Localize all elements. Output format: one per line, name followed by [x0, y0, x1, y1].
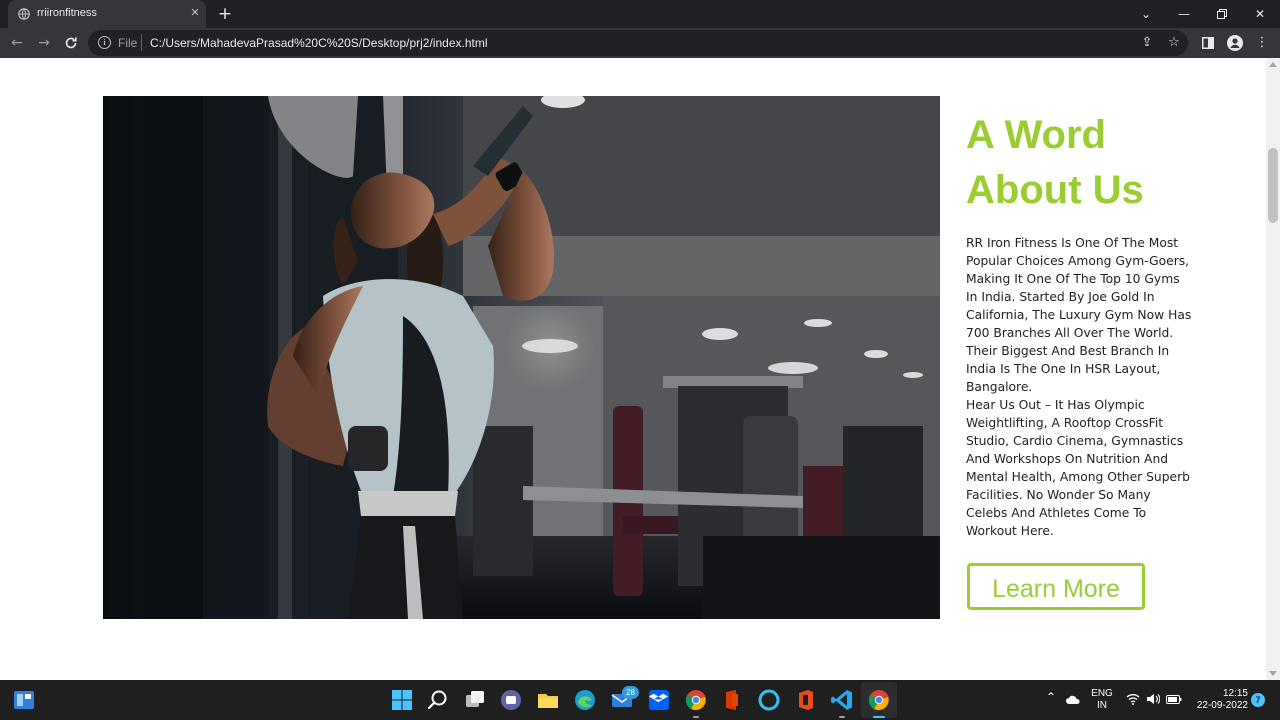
page-scrollbar[interactable]: [1266, 58, 1280, 680]
panel-icon: [1202, 37, 1214, 49]
scroll-thumb[interactable]: [1268, 148, 1278, 223]
wifi-icon[interactable]: [1126, 693, 1140, 705]
office-365-icon[interactable]: [794, 688, 818, 712]
browser-tab[interactable]: rriironfitness ✕: [8, 0, 206, 28]
chrome-icon[interactable]: [684, 688, 708, 712]
about-paragraph-1: RR Iron Fitness Is One Of The Most Popul…: [966, 236, 1192, 394]
woman-drinking-in-gym-photo: [103, 96, 940, 619]
bookmark-star-icon[interactable]: ☆: [1165, 34, 1183, 52]
side-panel-icon[interactable]: [1199, 34, 1217, 52]
windows-taskbar: 28 ⌃ ENG IN 12:15 22-09-2022: [0, 680, 1280, 720]
about-description: RR Iron Fitness Is One Of The Most Popul…: [966, 234, 1194, 540]
task-view-icon[interactable]: [463, 688, 487, 712]
notification-count-badge[interactable]: 7: [1251, 693, 1265, 707]
share-icon[interactable]: ⇪: [1138, 34, 1156, 52]
clock-time: 12:15: [1222, 688, 1248, 699]
learn-more-button[interactable]: Learn More: [967, 563, 1145, 610]
about-heading: A Word About Us: [966, 113, 1144, 212]
file-scheme-label: File: [118, 36, 138, 50]
chrome-active-icon[interactable]: [867, 688, 891, 712]
site-info-icon[interactable]: i: [98, 36, 111, 49]
battery-icon[interactable]: [1166, 695, 1182, 704]
restore-icon: [1217, 9, 1227, 19]
teams-chat-icon[interactable]: [499, 688, 523, 712]
alexa-icon[interactable]: [757, 688, 781, 712]
clock[interactable]: 12:15 22-09-2022: [1196, 688, 1248, 712]
show-hidden-icons-chevron-icon[interactable]: ⌃: [1046, 690, 1056, 704]
language-indicator[interactable]: ENG IN: [1090, 688, 1114, 712]
minimize-button[interactable]: —: [1169, 4, 1199, 24]
running-indicator: [839, 716, 845, 718]
url-text[interactable]: C:/Users/MahadevaPrasad%20C%20S/Desktop/…: [150, 36, 488, 50]
active-indicator: [873, 716, 885, 718]
vscode-icon[interactable]: [830, 688, 854, 712]
scroll-down-arrow-icon[interactable]: [1269, 671, 1277, 676]
profile-avatar-icon[interactable]: [1226, 34, 1244, 52]
scroll-up-arrow-icon[interactable]: [1269, 62, 1277, 67]
browser-menu-icon[interactable]: ⋮: [1253, 34, 1271, 52]
language-code: ENG: [1091, 688, 1113, 699]
globe-icon: [18, 8, 30, 20]
onedrive-cloud-icon[interactable]: [1065, 695, 1081, 705]
search-icon[interactable]: [426, 688, 450, 712]
page-viewport: A Word About Us RR Iron Fitness Is One O…: [0, 58, 1266, 680]
address-bar[interactable]: i File C:/Users/MahadevaPrasad%20C%20S/D…: [88, 30, 1188, 56]
forward-button[interactable]: →: [35, 34, 53, 52]
volume-icon[interactable]: [1146, 693, 1160, 705]
browser-toolbar: ← → i File C:/Users/MahadevaPrasad%20C%2…: [0, 28, 1280, 58]
mail-unread-badge: 28: [622, 686, 639, 699]
reload-icon: [65, 37, 77, 49]
reload-button[interactable]: [62, 34, 80, 52]
close-tab-icon[interactable]: ✕: [188, 6, 202, 20]
gym-hero-image: [103, 96, 940, 619]
person-icon: [1227, 35, 1243, 51]
dropbox-icon[interactable]: [647, 688, 671, 712]
clock-date: 22-09-2022: [1196, 700, 1248, 711]
running-indicator: [693, 716, 699, 718]
tab-search-icon[interactable]: ⌄: [1131, 4, 1161, 24]
browser-tab-strip: rriironfitness ✕ + ⌄ — ✕: [0, 0, 1280, 28]
maximize-button[interactable]: [1207, 4, 1237, 24]
region-code: IN: [1097, 700, 1107, 711]
file-explorer-icon[interactable]: [536, 688, 560, 712]
back-button[interactable]: ←: [8, 34, 26, 52]
close-window-button[interactable]: ✕: [1245, 4, 1275, 24]
edge-browser-icon[interactable]: [573, 688, 597, 712]
tab-title: rriironfitness: [37, 7, 97, 19]
url-divider: [141, 34, 142, 51]
new-tab-button[interactable]: +: [216, 5, 234, 23]
widgets-icon[interactable]: [12, 688, 36, 712]
about-paragraph-2: Hear Us Out – It Has Olympic Weightlifti…: [966, 398, 1190, 538]
windows-start-icon[interactable]: [390, 688, 414, 712]
office-icon[interactable]: [720, 688, 744, 712]
